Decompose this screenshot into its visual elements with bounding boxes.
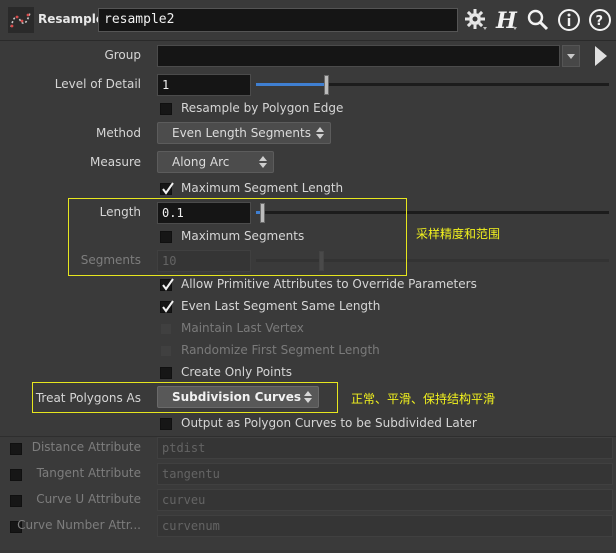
curvenum-attribute-input[interactable]: curvenum (157, 515, 613, 537)
measure-menu[interactable]: Along Arc (157, 151, 274, 173)
resample-node-icon[interactable] (8, 7, 34, 33)
method-menu[interactable]: Even Length Segments (157, 122, 331, 144)
checkmark-icon (162, 300, 174, 313)
create-only-points-label: Create Only Points (181, 365, 293, 379)
svg-text:?: ? (596, 14, 604, 29)
max-segment-length-label: Maximum Segment Length (181, 181, 344, 195)
measure-menu-value: Along Arc (172, 155, 230, 169)
lod-label: Level of Detail (54, 77, 141, 91)
curveu-attribute-label: Curve U Attribute (36, 492, 141, 506)
even-last-segment-label: Even Last Segment Same Length (181, 299, 381, 313)
method-menu-value: Even Length Segments (172, 126, 311, 140)
max-segment-length-checkbox[interactable] (160, 182, 174, 195)
curveu-attribute-input[interactable]: curveu (157, 489, 613, 511)
tangent-attribute-toggle[interactable] (10, 469, 22, 481)
allow-prim-attributes-label: Allow Primitive Attributes to Override P… (181, 277, 477, 291)
distance-attribute-toggle[interactable] (10, 443, 22, 455)
group-dropdown-button[interactable] (562, 45, 580, 67)
search-icon[interactable] (526, 8, 550, 32)
length-annotation-box (68, 198, 407, 276)
tangent-attribute-label: Tangent Attribute (36, 466, 141, 480)
resample-by-edge-checkbox[interactable] (160, 103, 172, 115)
group-label: Group (104, 48, 141, 62)
updown-arrows-icon (259, 156, 267, 168)
node-name-input[interactable]: resample2 (98, 8, 458, 32)
lod-input[interactable]: 1 (157, 74, 251, 96)
length-annotation-text: 采样精度和范围 (416, 227, 501, 241)
curvenum-attribute-label: Curve Number Attr... (17, 518, 141, 532)
houdini-help-h-icon[interactable]: H (494, 8, 518, 34)
method-label: Method (95, 126, 141, 140)
distance-attribute-input[interactable]: ptdist (157, 437, 613, 459)
updown-arrows-icon (316, 127, 324, 139)
select-arrow-icon[interactable] (592, 44, 610, 68)
checkmark-icon (162, 278, 174, 291)
help-icon[interactable]: ? (588, 8, 612, 32)
maintain-last-vertex-checkbox[interactable] (160, 323, 172, 335)
create-only-points-checkbox[interactable] (160, 367, 172, 379)
distance-attribute-label: Distance Attribute (31, 440, 141, 454)
randomize-first-segment-label: Randomize First Segment Length (181, 343, 380, 357)
output-polygon-curves-checkbox[interactable] (160, 418, 172, 430)
checkmark-icon (162, 182, 174, 195)
group-input[interactable] (157, 45, 560, 67)
gear-icon[interactable] (464, 8, 488, 32)
info-icon[interactable] (557, 8, 581, 32)
allow-prim-attributes-checkbox[interactable] (160, 278, 174, 291)
treat-polygons-annotation-text: 正常、平滑、保持结构平滑 (351, 392, 496, 406)
tangent-attribute-input[interactable]: tangentu (157, 463, 613, 485)
even-last-segment-checkbox[interactable] (160, 300, 174, 313)
measure-label: Measure (90, 155, 141, 169)
randomize-first-segment-checkbox[interactable] (160, 345, 172, 357)
lod-slider-fill (256, 83, 326, 86)
node-type-label: Resample (38, 12, 104, 26)
output-polygon-curves-label: Output as Polygon Curves to be Subdivide… (181, 416, 477, 430)
lod-slider-handle[interactable] (324, 75, 329, 95)
maintain-last-vertex-label: Maintain Last Vertex (181, 321, 304, 335)
treat-polygons-annotation-box (32, 382, 338, 413)
resample-by-edge-label: Resample by Polygon Edge (181, 101, 344, 115)
curveu-attribute-toggle[interactable] (10, 495, 22, 507)
